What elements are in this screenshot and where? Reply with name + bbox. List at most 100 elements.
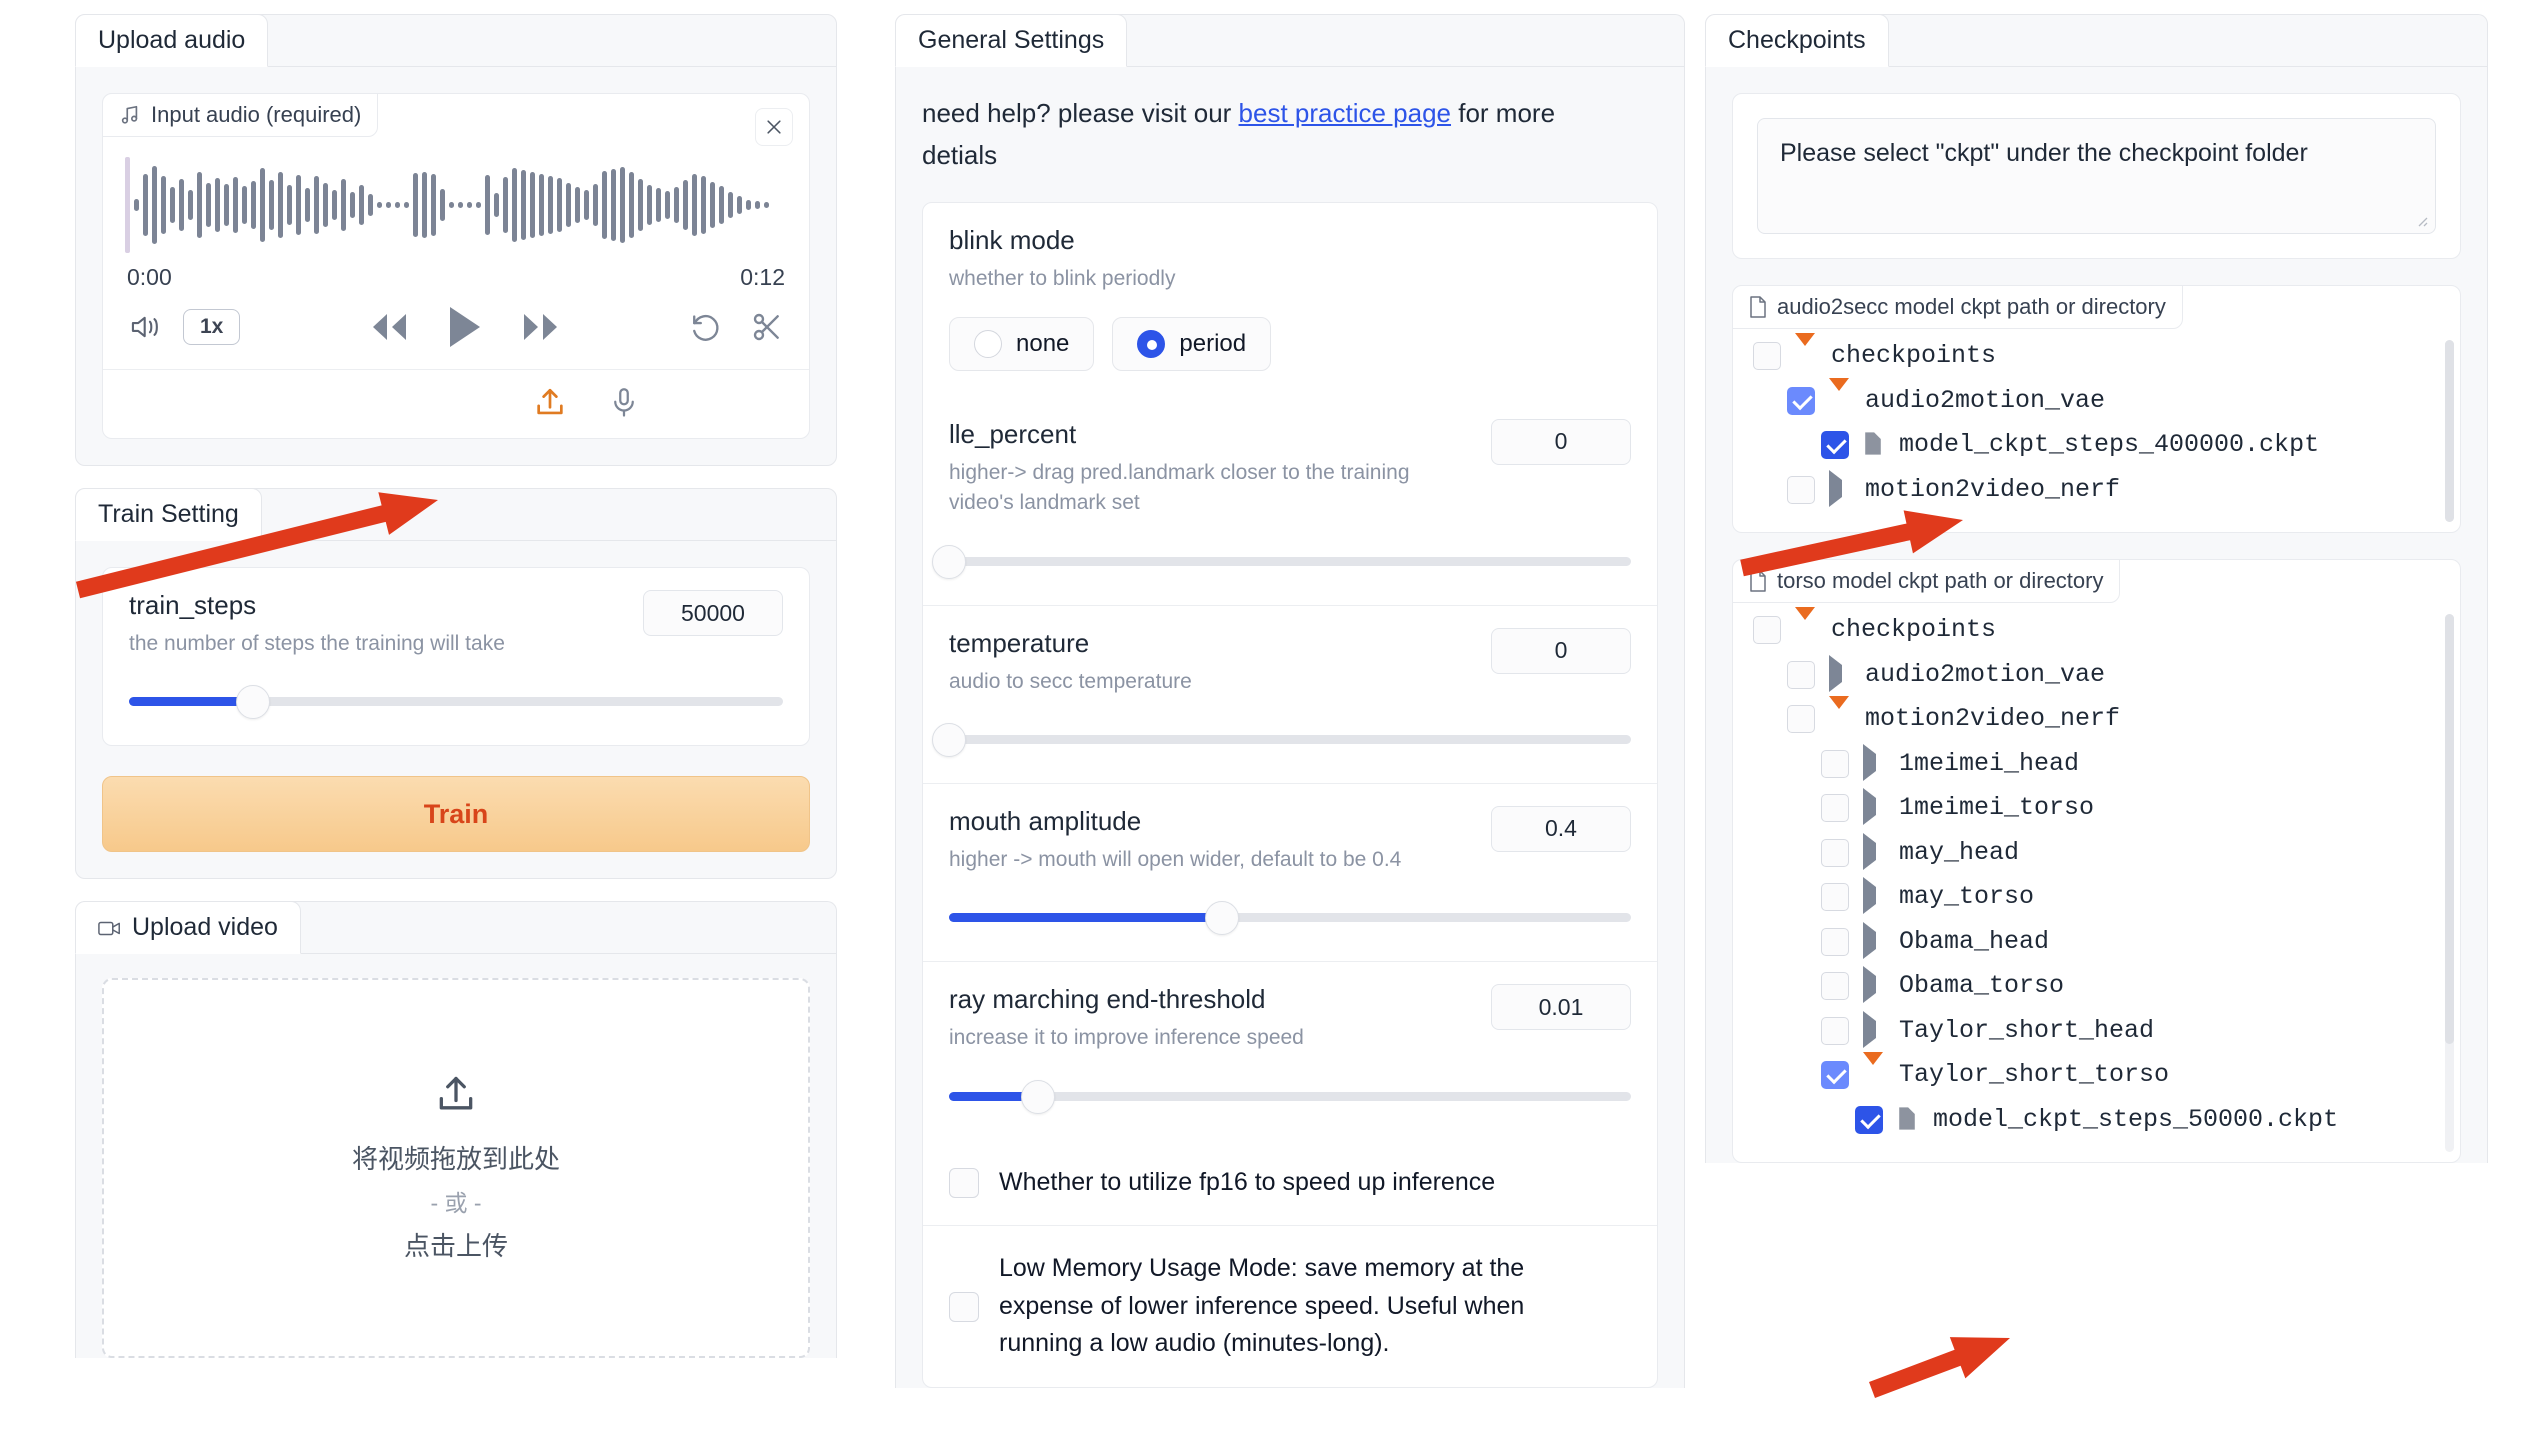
general-settings-body: need help? please visit our best practic… xyxy=(896,67,1684,1388)
caret-right-icon[interactable] xyxy=(1863,921,1885,959)
tab-upload-audio[interactable]: Upload audio xyxy=(75,14,269,67)
tab-checkpoints[interactable]: Checkpoints xyxy=(1705,14,1889,67)
tree-node-checkbox[interactable] xyxy=(1821,794,1849,822)
tree-node-checkbox[interactable] xyxy=(1821,972,1849,1000)
volume-icon[interactable] xyxy=(129,312,163,342)
train-steps-slider-knob[interactable] xyxy=(236,685,271,720)
train-steps-slider[interactable] xyxy=(129,685,783,720)
tree-node[interactable]: checkpoints xyxy=(1753,333,2440,379)
upload-icon[interactable] xyxy=(533,386,567,420)
tree-node-checkbox[interactable] xyxy=(1753,342,1781,370)
slider-control[interactable] xyxy=(949,1079,1631,1114)
checkbox-row-fp16[interactable]: Whether to utilize fp16 to speed up infe… xyxy=(923,1140,1657,1226)
tree-node[interactable]: Taylor_short_head xyxy=(1753,1009,2440,1054)
slider-value[interactable]: 0 xyxy=(1491,418,1631,465)
audio2secc-tree-scrollbar[interactable] xyxy=(2445,340,2454,522)
tree-node[interactable]: Taylor_short_torso xyxy=(1753,1052,2440,1098)
microphone-icon[interactable] xyxy=(609,386,639,420)
caret-down-icon[interactable] xyxy=(1829,377,1851,409)
slider-control[interactable] xyxy=(949,901,1631,936)
tab-upload-video[interactable]: Upload video xyxy=(75,901,301,955)
tree-node-checkbox[interactable] xyxy=(1787,660,1815,689)
play-icon[interactable] xyxy=(446,305,484,349)
slider-value[interactable]: 0.4 xyxy=(1491,805,1631,852)
radio-option-period[interactable]: period xyxy=(1112,316,1272,371)
tree-node-checkbox[interactable] xyxy=(1821,749,1849,778)
tree-node[interactable]: model_ckpt_steps_400000.ckpt xyxy=(1753,423,2440,468)
tab-train-setting[interactable]: Train Setting xyxy=(75,488,262,541)
tree-node-checkbox[interactable] xyxy=(1821,1016,1849,1045)
tree-node[interactable]: checkpoints xyxy=(1753,607,2440,653)
tree-node[interactable]: may_torso xyxy=(1753,875,2440,920)
train-button[interactable]: Train xyxy=(102,776,810,853)
slider-knob[interactable] xyxy=(1204,901,1239,936)
caret-down-icon[interactable] xyxy=(1795,333,1817,364)
slider-value[interactable]: 0 xyxy=(1491,627,1631,674)
tree-node-checkbox[interactable] xyxy=(1787,386,1815,415)
caret-right-icon[interactable] xyxy=(1863,1010,1885,1048)
torso-tree[interactable]: checkpoints audio2motion_vae motion2video_… xyxy=(1753,607,2440,1143)
tree-node-checkbox[interactable] xyxy=(1821,838,1849,867)
tree-node-checkbox[interactable] xyxy=(1821,883,1849,911)
tree-node[interactable]: 1meimei_torso xyxy=(1753,786,2440,831)
playback-speed-button[interactable]: 1x xyxy=(183,309,241,345)
scissors-icon[interactable] xyxy=(751,311,783,343)
video-dropzone[interactable]: 将视频拖放到此处 - 或 - 点击上传 xyxy=(102,978,810,1359)
resize-grip-icon[interactable] xyxy=(2412,211,2428,227)
train-steps-value[interactable]: 50000 xyxy=(643,590,783,636)
slider-knob[interactable] xyxy=(932,722,966,757)
tree-node-checkbox[interactable] xyxy=(1821,1061,1849,1089)
ckpt-hint-textarea[interactable]: Please select "ckpt" under the checkpoin… xyxy=(1757,118,2436,234)
tree-node-checkbox[interactable] xyxy=(1855,1105,1883,1134)
checkbox-low-memory[interactable] xyxy=(949,1291,979,1322)
tree-node[interactable]: may_head xyxy=(1753,831,2440,876)
tree-node-checkbox[interactable] xyxy=(1753,616,1781,644)
tree-node-checkbox[interactable] xyxy=(1787,705,1815,733)
caret-down-icon[interactable] xyxy=(1829,696,1851,727)
caret-right-icon[interactable] xyxy=(1863,966,1885,1003)
tree-node-checkbox[interactable] xyxy=(1787,475,1815,504)
radio-option-none[interactable]: none xyxy=(949,316,1095,371)
waveform-cursor[interactable] xyxy=(125,157,130,253)
torso-tree-scrollbar[interactable] xyxy=(2445,614,2454,1152)
slider-control[interactable] xyxy=(932,722,1631,757)
audio2secc-tree[interactable]: checkpoints audio2motion_vae model_ckpt_st… xyxy=(1753,333,2440,513)
waveform-bar xyxy=(314,176,319,234)
caret-right-icon[interactable] xyxy=(1863,788,1885,825)
caret-right-icon[interactable] xyxy=(1863,877,1885,914)
caret-down-icon[interactable] xyxy=(1863,1052,1885,1083)
tree-node[interactable]: audio2motion_vae xyxy=(1753,377,2440,424)
rewind-icon[interactable] xyxy=(366,311,412,343)
undo-icon[interactable] xyxy=(689,311,723,343)
scrollbar-thumb[interactable] xyxy=(2445,614,2454,1045)
best-practice-link[interactable]: best practice page xyxy=(1239,98,1451,128)
slider-knob[interactable] xyxy=(932,544,966,579)
tree-node-checkbox[interactable] xyxy=(1821,927,1849,956)
tree-node-checkbox[interactable] xyxy=(1821,431,1849,459)
tree-node[interactable]: Obama_torso xyxy=(1753,964,2440,1009)
tree-node[interactable]: motion2video_nerf xyxy=(1753,696,2440,742)
checkbox-row-low-memory[interactable]: Low Memory Usage Mode: save memory at th… xyxy=(923,1225,1657,1387)
checkbox-fp16[interactable] xyxy=(949,1167,979,1198)
tree-node[interactable]: Obama_head xyxy=(1753,920,2440,965)
audio-waveform[interactable] xyxy=(103,150,809,260)
slider-knob[interactable] xyxy=(1020,1079,1055,1114)
tree-node[interactable]: audio2motion_vae xyxy=(1753,653,2440,698)
fast-forward-icon[interactable] xyxy=(518,311,564,343)
caret-right-icon[interactable] xyxy=(1829,469,1851,507)
close-icon[interactable] xyxy=(755,108,793,146)
scrollbar-thumb[interactable] xyxy=(2445,340,2454,522)
caret-right-icon[interactable] xyxy=(1829,654,1851,692)
caret-down-icon[interactable] xyxy=(1795,607,1817,638)
caret-right-icon[interactable] xyxy=(1863,743,1885,781)
slider-value[interactable]: 0.01 xyxy=(1491,984,1631,1031)
tree-node[interactable]: model_ckpt_steps_50000.ckpt xyxy=(1753,1098,2440,1143)
audio2secc-tree-label-text: audio2secc model ckpt path or directory xyxy=(1777,294,2166,319)
waveform-bar xyxy=(179,179,184,231)
slider-control[interactable] xyxy=(932,544,1631,579)
tab-general-settings[interactable]: General Settings xyxy=(895,14,1128,67)
caret-right-icon[interactable] xyxy=(1863,832,1885,870)
dropzone-click-text[interactable]: 点击上传 xyxy=(404,1226,508,1263)
tree-node[interactable]: motion2video_nerf xyxy=(1753,468,2440,513)
tree-node[interactable]: 1meimei_head xyxy=(1753,742,2440,787)
